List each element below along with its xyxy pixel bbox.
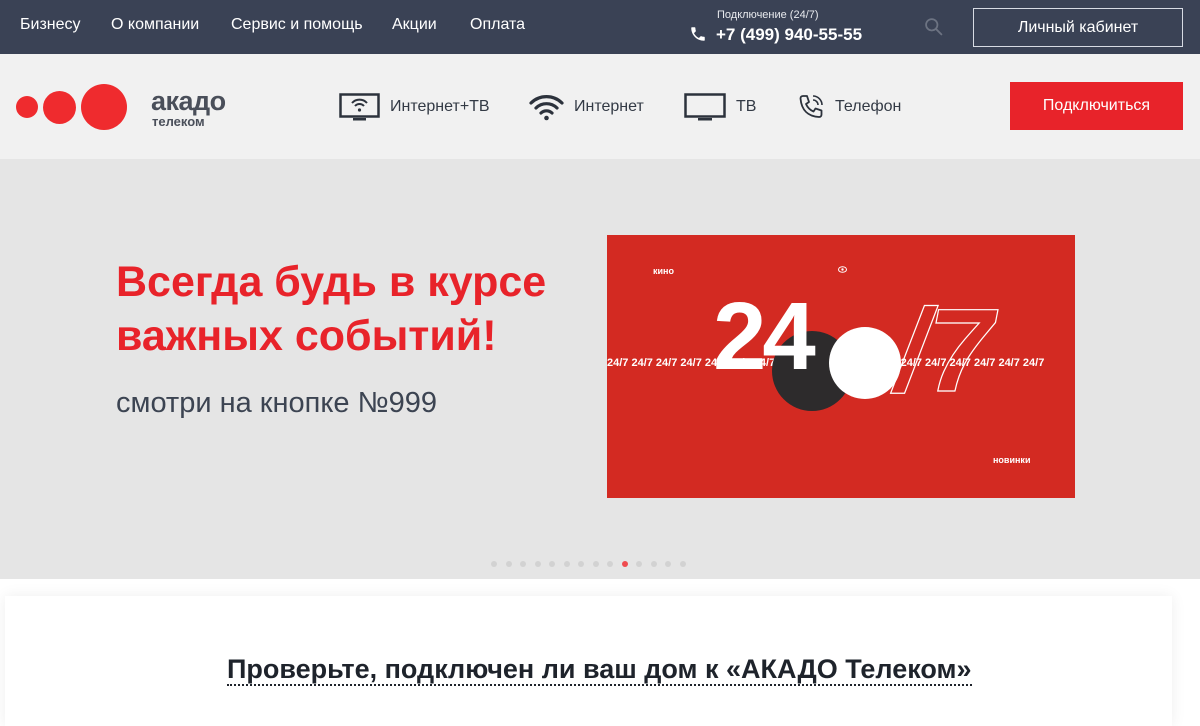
slider-dot[interactable] xyxy=(549,561,555,567)
service-internet-tv[interactable]: Интернет+ТВ xyxy=(339,92,490,122)
topnav-company-link[interactable]: О компании xyxy=(111,16,199,34)
slider-dot[interactable] xyxy=(636,561,642,567)
promo-image-24-7[interactable]: кино 24/7 24/7 24/7 24/7 24/7 24/7 24/7 … xyxy=(607,235,1075,498)
logo-wordmark: акадо xyxy=(151,86,226,116)
logo-dot-large xyxy=(81,84,127,130)
wifi-icon xyxy=(529,95,564,121)
slider-dot[interactable] xyxy=(578,561,584,567)
banner-subtitle: смотри на кнопке №999 xyxy=(116,387,438,419)
slider-dot[interactable] xyxy=(563,561,570,567)
phone-number-link[interactable]: +7 (499) 940-55-55 xyxy=(716,25,862,45)
promo-white-circle xyxy=(829,327,901,399)
logo-dot-medium xyxy=(43,91,76,124)
phone-icon xyxy=(691,27,705,41)
slider-dot[interactable] xyxy=(665,561,671,567)
phone-caption: Подключение (24/7) xyxy=(717,9,819,21)
slider-dot[interactable] xyxy=(679,561,686,567)
slider-dot[interactable] xyxy=(650,561,657,567)
tv-wifi-icon xyxy=(339,93,380,121)
logo-dot-small xyxy=(16,96,38,118)
slider-dot[interactable] xyxy=(607,561,613,567)
service-internet-tv-label: Интернет+ТВ xyxy=(390,98,490,115)
topnav-support-link[interactable]: Сервис и помощь xyxy=(231,16,363,34)
service-tv[interactable]: ТВ xyxy=(684,92,756,122)
slider-dots xyxy=(0,561,1200,569)
promo-big-7: /7 xyxy=(894,285,994,417)
top-bar: Бизнесу О компании Сервис и помощь Акции… xyxy=(0,0,1200,54)
phone-call-icon xyxy=(799,95,823,118)
service-phone-label: Телефон xyxy=(835,98,902,115)
eye-icon xyxy=(838,266,847,273)
topnav-payment-link[interactable]: Оплата xyxy=(470,16,525,34)
service-internet-label: Интернет xyxy=(574,98,644,115)
slider-dot[interactable] xyxy=(621,561,628,567)
slider-dot[interactable] xyxy=(505,561,512,567)
topnav-business-link[interactable]: Бизнесу xyxy=(20,16,81,34)
search-icon[interactable] xyxy=(923,16,944,37)
promo-label-kino: кино xyxy=(653,266,674,276)
slider-dot[interactable] xyxy=(592,561,599,567)
akado-logo[interactable]: акадо телеком xyxy=(14,84,226,132)
logo-subtitle: телеком xyxy=(152,114,205,129)
slider-dot[interactable] xyxy=(520,561,526,567)
hero-banner[interactable]: Всегда будь в курсе важных событий! смот… xyxy=(0,159,1200,579)
personal-account-button[interactable]: Личный кабинет xyxy=(973,8,1183,47)
service-phone[interactable]: Телефон xyxy=(797,92,901,122)
topnav-promotions-link[interactable]: Акции xyxy=(392,16,437,34)
connect-button[interactable]: Подключиться xyxy=(1010,82,1183,130)
service-tv-label: ТВ xyxy=(736,98,757,115)
service-internet[interactable]: Интернет xyxy=(529,92,644,122)
address-check-title[interactable]: Проверьте, подключен ли ваш дом к «АКАДО… xyxy=(227,654,972,686)
promo-big-24: 24 xyxy=(713,283,816,390)
tv-icon xyxy=(684,93,726,121)
slider-dot[interactable] xyxy=(534,561,541,567)
main-header: акадо телеком Интернет+ТВ Интернет ТВ Те… xyxy=(0,54,1200,159)
promo-label-novinki: новинки xyxy=(993,455,1031,465)
slider-dot[interactable] xyxy=(491,561,497,567)
banner-title: Всегда будь в курсе важных событий! xyxy=(116,258,547,360)
